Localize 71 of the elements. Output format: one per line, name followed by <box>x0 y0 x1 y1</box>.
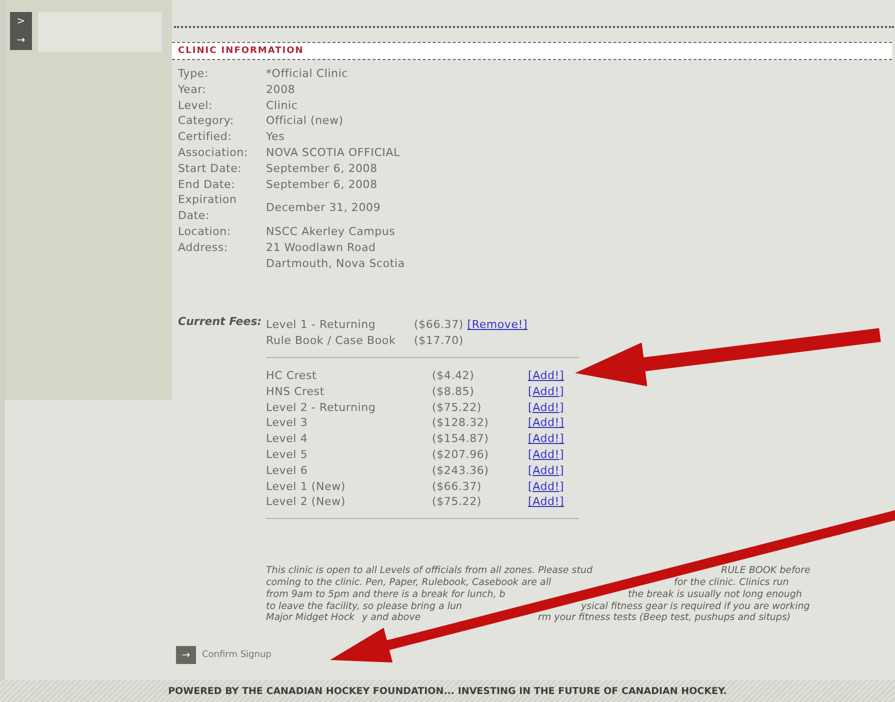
fee-price: ($154.87) <box>432 431 490 447</box>
field-value: September 6, 2008 <box>266 160 378 177</box>
add-link[interactable]: [Add!] <box>528 416 564 430</box>
fee-price: ($75.22) <box>432 494 482 510</box>
field-value: *Official Clinic <box>266 66 350 82</box>
section-title: CLINIC INFORMATION <box>172 42 892 60</box>
field-value: December 31, 2009 <box>266 200 382 216</box>
note-text: the break is usually not long enough <box>628 588 802 600</box>
fee-name: Level 1 - Returning <box>266 317 377 334</box>
field-label: Address: <box>178 240 229 256</box>
fee-price: ($4.42) <box>432 368 476 384</box>
add-link[interactable]: [Add!] <box>528 384 564 398</box>
add-link[interactable]: [Add!] <box>528 368 564 382</box>
field-value: NSCC Akerley Campus <box>266 224 396 240</box>
field-label: Start Date: <box>178 160 243 177</box>
fee-price: ($17.70) <box>414 334 464 348</box>
field-label: Type: <box>178 66 210 82</box>
field-label: Expiration Date: <box>178 192 238 224</box>
field-label: End Date: <box>178 176 236 192</box>
fee-name: Level 5 <box>266 446 309 463</box>
fee-price: ($66.37) <box>432 478 482 494</box>
add-link[interactable]: [Add!] <box>528 495 564 508</box>
field-value: Official (new) <box>266 113 344 130</box>
footer-text: POWERED BY THE CANADIAN HOCKEY FOUNDATION... INVESTING IN THE FUTURE OF CANADIAN HOCKEY. <box>0 680 895 702</box>
fee-price: ($8.85) <box>432 384 476 400</box>
note-text: for the clinic. Clinics run <box>674 576 789 588</box>
fee-name: HNS Crest <box>266 384 326 400</box>
fee-name: Level 2 (New) <box>266 494 347 510</box>
fee-name: Level 1 (New) <box>266 478 347 494</box>
confirm-signup-button[interactable]: → Confirm Signup <box>176 646 272 664</box>
field-label: Year: <box>178 82 208 98</box>
field-label: Level: <box>178 98 214 114</box>
fees-label: Current Fees: <box>178 315 263 330</box>
add-link[interactable]: [Add!] <box>528 480 564 493</box>
note-text: RULE BOOK before <box>721 565 810 576</box>
field-label: Certified: <box>178 129 233 145</box>
field-value: Clinic <box>266 98 299 114</box>
add-link[interactable]: [Add!] <box>528 432 564 446</box>
note-text: Major Midget Hock <box>266 612 355 624</box>
note-text: to leave the facility, so please bring a lun <box>266 600 462 612</box>
fee-name: Level 4 <box>266 431 309 447</box>
field-value: NOVA SCOTIA OFFICIAL <box>266 144 401 161</box>
fee-name: Level 2 - Returning <box>266 400 377 416</box>
note-text: ysical fitness gear is required if you are working <box>581 600 810 612</box>
field-value: Yes <box>266 129 286 145</box>
note-text: This clinic is open to all Levels of officials from all zones. Please stud <box>266 565 593 576</box>
remove-link[interactable]: [Remove!] <box>467 318 528 332</box>
fee-name: Level 6 <box>266 462 309 479</box>
note-text: y and above <box>362 612 421 624</box>
fee-name: HC Crest <box>266 368 318 384</box>
fee-price: ($75.22) <box>432 400 482 416</box>
arrow-icon[interactable]: > <box>16 16 26 27</box>
field-label: Category: <box>178 113 235 130</box>
field-label: Location: <box>178 224 232 240</box>
note-text: coming to the clinic. Pen, Paper, Rulebook, Casebook are all <box>266 576 552 588</box>
fee-price: ($66.37) <box>414 318 464 332</box>
field-value: September 6, 2008 <box>266 176 378 192</box>
field-label: Association: <box>178 144 249 161</box>
add-link[interactable]: [Add!] <box>528 464 564 477</box>
fee-price: ($207.96) <box>432 446 490 463</box>
fee-name: Rule Book / Case Book <box>266 333 397 349</box>
add-link[interactable]: [Add!] <box>528 448 564 461</box>
field-value: 2008 <box>266 82 296 98</box>
note-text: from 9am to 5pm and there is a break for lunch, b <box>266 588 506 600</box>
fee-price: ($128.32) <box>432 415 490 432</box>
fee-price: ($243.36) <box>432 462 490 479</box>
fee-name: Level 3 <box>266 415 309 432</box>
field-value: 21 Woodlawn Road Dartmouth, Nova Scotia <box>266 240 406 272</box>
note-text: rm your fitness tests (Beep test, pushups and situps) <box>538 612 791 624</box>
add-link[interactable]: [Add!] <box>528 400 564 414</box>
arrow-icon[interactable]: → <box>16 35 26 46</box>
